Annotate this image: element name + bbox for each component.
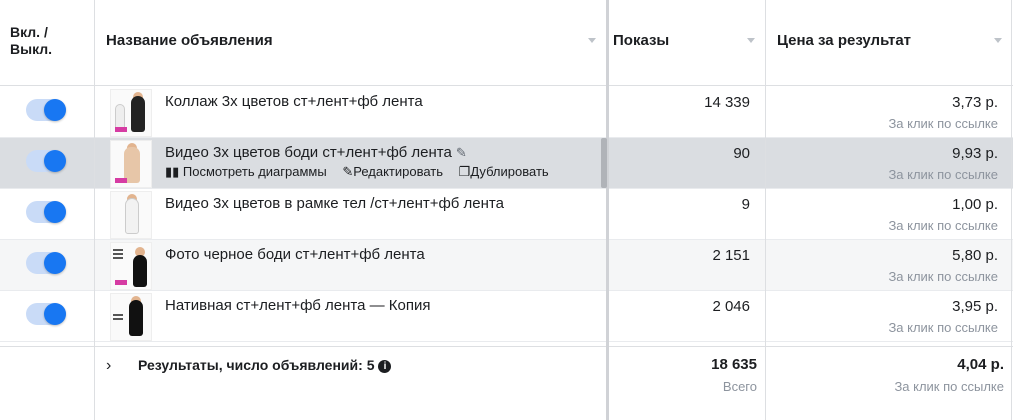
thumb-text-line <box>113 253 123 255</box>
table-row[interactable]: Видео 3х цветов боди ст+лент+фб лента ✎ ▮… <box>0 138 1013 189</box>
thumb-tag <box>115 178 127 183</box>
column-divider <box>765 0 766 420</box>
column-header-toggle-line2: Выкл. <box>10 41 53 57</box>
pencil-icon[interactable]: ✎ <box>456 145 467 161</box>
impressions-value: 2 046 <box>712 298 750 315</box>
sort-caret-icon[interactable] <box>994 38 1002 43</box>
chevron-right-icon[interactable]: › <box>106 357 111 375</box>
column-resize-handle[interactable] <box>606 0 609 420</box>
ad-name[interactable]: Видео 3х цветов в рамке тел /ст+лент+фб … <box>165 195 504 212</box>
ad-thumbnail[interactable] <box>110 293 152 341</box>
summary-row: › Результаты, число объявлений: 5i 18 63… <box>0 346 1013 420</box>
ad-name[interactable]: Коллаж 3х цветов ст+лент+фб лента <box>165 93 423 110</box>
toggle-knob <box>44 150 66 172</box>
cost-per-result-value: 3,73 р. <box>952 94 998 111</box>
summary-impressions-label: Всего <box>722 379 757 394</box>
impressions-value: 9 <box>741 196 750 213</box>
cost-per-result-unit: За клик по ссылке <box>888 269 998 284</box>
impressions-value: 2 151 <box>712 247 750 264</box>
table-row[interactable]: Нативная ст+лент+фб лента — Копия 2 046 … <box>0 291 1013 342</box>
table-row[interactable]: Коллаж 3х цветов ст+лент+фб лента 14 339… <box>0 87 1013 138</box>
sort-caret-icon[interactable] <box>588 38 596 43</box>
column-header-impressions[interactable]: Показы <box>609 0 765 86</box>
column-header-cpr[interactable]: Цена за результат <box>766 0 1013 86</box>
cost-per-result-value: 1,00 р. <box>952 196 998 213</box>
cost-per-result-unit: За клик по ссылке <box>888 320 998 335</box>
column-divider <box>1011 0 1012 420</box>
column-header-toggle: Вкл. / Выкл. <box>0 0 95 86</box>
toggle-knob <box>44 303 66 325</box>
toggle-knob <box>44 252 66 274</box>
thumb-text-line <box>113 318 123 320</box>
duplicate-icon: ❐ <box>458 164 471 179</box>
summary-cost-per-result-unit: За клик по ссылке <box>894 379 1004 394</box>
table-row[interactable]: Фото черное боди ст+лент+фб лента 2 151 … <box>0 240 1013 291</box>
thumb-model-body <box>133 255 147 287</box>
toggle-knob <box>44 201 66 223</box>
thumb-text-line <box>113 314 123 316</box>
edit-link[interactable]: ✎Редактировать <box>342 164 443 179</box>
ad-name-text: Видео 3х цветов боди ст+лент+фб лента <box>165 144 452 161</box>
cost-per-result-value: 3,95 р. <box>952 298 998 315</box>
column-header-name-label: Название объявления <box>106 32 273 49</box>
cost-per-result-value: 9,93 р. <box>952 145 998 162</box>
edit-label: Редактировать <box>353 164 444 179</box>
impressions-value: 14 339 <box>704 94 750 111</box>
thumb-tag <box>115 280 127 285</box>
duplicate-label: Дублировать <box>470 164 549 179</box>
thumb-text-line <box>113 257 123 259</box>
ad-name[interactable]: Видео 3х цветов боди ст+лент+фб лента ✎ <box>165 144 467 161</box>
ad-name[interactable]: Фото черное боди ст+лент+фб лента <box>165 246 425 263</box>
ad-name[interactable]: Нативная ст+лент+фб лента — Копия <box>165 297 431 314</box>
table-header: Вкл. / Выкл. Название объявления Показы … <box>0 0 1013 86</box>
duplicate-link[interactable]: ❐Дублировать <box>459 164 549 179</box>
thumb-model-body <box>129 300 143 336</box>
ad-thumbnail[interactable] <box>110 242 152 290</box>
summary-label-text: Результаты, число объявлений: 5 <box>138 357 375 373</box>
column-header-name[interactable]: Название объявления <box>95 0 606 86</box>
ad-thumbnail[interactable] <box>110 140 152 188</box>
ad-thumbnail[interactable] <box>110 191 152 239</box>
cost-per-result-unit: За клик по ссылке <box>888 167 998 182</box>
ad-thumbnail[interactable] <box>110 89 152 137</box>
summary-cost-per-result: 4,04 р. <box>957 356 1004 373</box>
cost-per-result-unit: За клик по ссылке <box>888 116 998 131</box>
sort-caret-icon[interactable] <box>747 38 755 43</box>
thumb-model-body <box>125 198 139 234</box>
info-icon[interactable]: i <box>378 360 392 373</box>
column-header-toggle-line1: Вкл. / <box>10 24 48 40</box>
thumb-text-line <box>113 249 123 251</box>
impressions-value: 90 <box>733 145 750 162</box>
column-header-cpr-label: Цена за результат <box>777 32 912 49</box>
scrollbar-thumb[interactable] <box>601 138 607 188</box>
column-divider <box>94 0 95 420</box>
pencil-icon: ✎ <box>342 164 354 179</box>
column-header-impressions-label: Показы <box>613 32 670 49</box>
bar-chart-icon: ▮▮ <box>165 164 183 179</box>
cost-per-result-value: 5,80 р. <box>952 247 998 264</box>
ad-toggle[interactable] <box>26 303 66 325</box>
ad-toggle[interactable] <box>26 99 66 121</box>
ad-toggle[interactable] <box>26 201 66 223</box>
summary-impressions: 18 635 <box>711 356 757 373</box>
ad-toggle[interactable] <box>26 252 66 274</box>
thumb-model-body <box>131 96 145 132</box>
table-row[interactable]: Видео 3х цветов в рамке тел /ст+лент+фб … <box>0 189 1013 240</box>
view-charts-label: Посмотреть диаграммы <box>182 164 327 179</box>
thumb-tag <box>115 127 127 132</box>
row-actions: ▮▮ Посмотреть диаграммы ✎Редактировать ❐… <box>165 164 561 180</box>
summary-label: Результаты, число объявлений: 5i <box>138 357 392 373</box>
view-charts-link[interactable]: ▮▮ Посмотреть диаграммы <box>165 164 327 179</box>
ad-toggle[interactable] <box>26 150 66 172</box>
cost-per-result-unit: За клик по ссылке <box>888 218 998 233</box>
toggle-knob <box>44 99 66 121</box>
